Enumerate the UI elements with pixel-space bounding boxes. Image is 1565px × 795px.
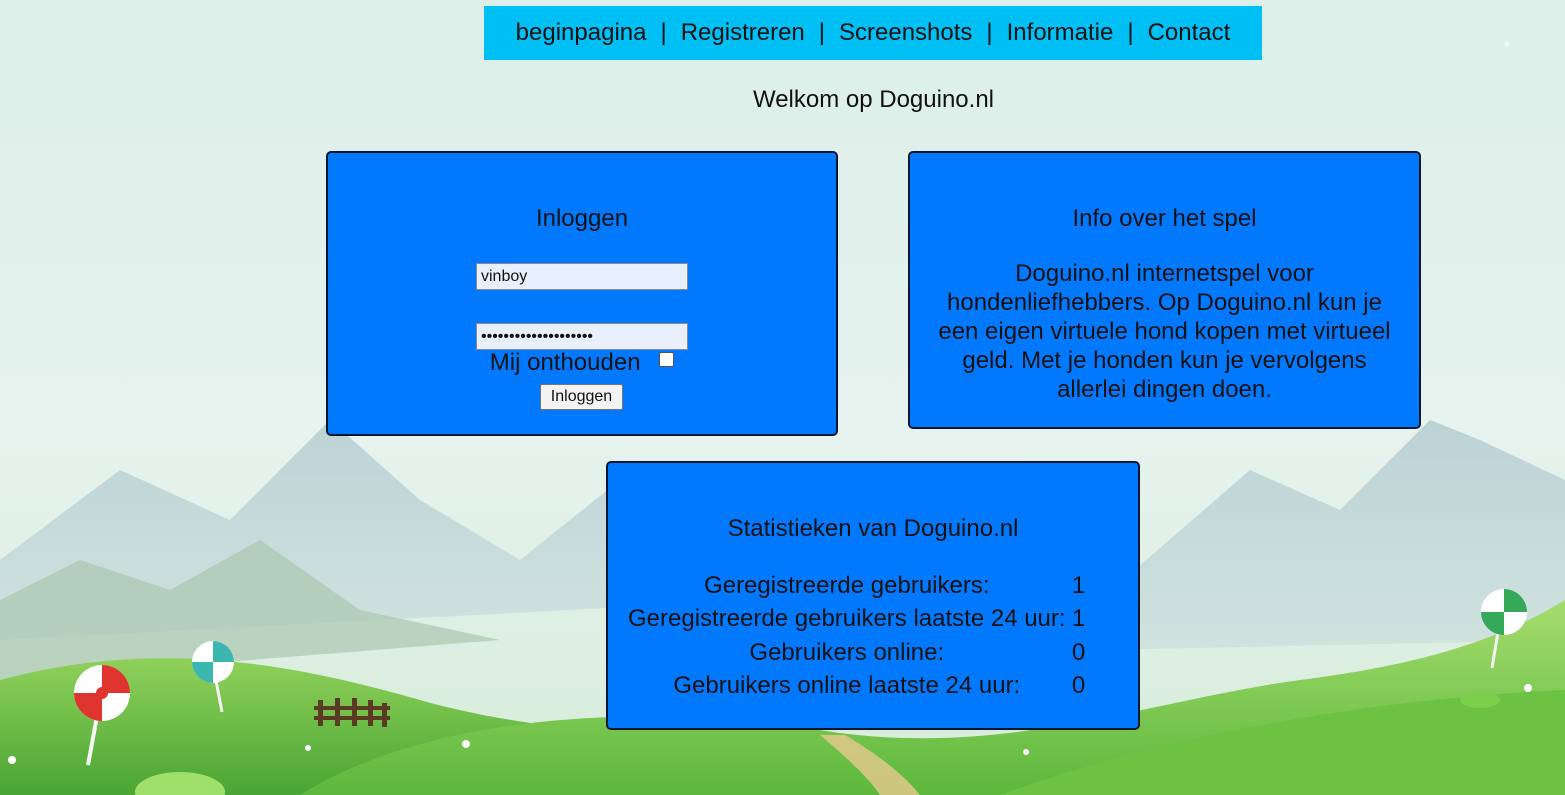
stats-title: Statistieken van Doguino.nl xyxy=(727,515,1019,542)
nav-separator: | xyxy=(986,19,993,46)
stats-label: Geregistreerde gebruikers: xyxy=(704,571,990,599)
username-input[interactable] xyxy=(476,263,688,290)
stats-row: Geregistreerde gebruikers: 1 xyxy=(628,569,1086,603)
stats-value: 1 xyxy=(1071,571,1086,599)
nav-link-beginpagina[interactable]: beginpagina xyxy=(516,19,647,47)
remember-me-checkbox[interactable] xyxy=(659,352,675,368)
nav-separator: | xyxy=(1127,19,1134,46)
password-input[interactable] xyxy=(476,323,688,350)
stats-row: Geregistreerde gebruikers laatste 24 uur… xyxy=(628,603,1086,637)
login-panel: Inloggen Mij onthouden Inloggen xyxy=(326,151,838,436)
info-description: Doguino.nl internetspel voor hondenliefh… xyxy=(938,260,1391,403)
top-navigation: beginpagina | Registreren | Screenshots … xyxy=(484,6,1262,60)
stats-label: Geregistreerde gebruikers laatste 24 uur… xyxy=(628,605,1066,633)
stats-row: Gebruikers online: 0 xyxy=(628,636,1086,670)
stats-label: Gebruikers online laatste 24 uur: xyxy=(673,672,1021,700)
remember-me-row: Mij onthouden xyxy=(328,349,836,377)
nav-link-screenshots[interactable]: Screenshots xyxy=(839,19,972,47)
nav-link-contact[interactable]: Contact xyxy=(1148,19,1231,47)
remember-me-label: Mij onthouden xyxy=(489,349,641,376)
stats-value: 0 xyxy=(1071,638,1086,666)
stats-row: Gebruikers online laatste 24 uur: 0 xyxy=(628,670,1086,704)
nav-link-registreren[interactable]: Registreren xyxy=(681,19,805,47)
stats-value: 0 xyxy=(1071,672,1086,700)
nav-separator: | xyxy=(660,19,667,46)
login-button[interactable]: Inloggen xyxy=(540,384,623,410)
info-panel: Info over het spel Doguino.nl internetsp… xyxy=(908,151,1421,429)
nav-link-informatie[interactable]: Informatie xyxy=(1007,19,1114,47)
stats-table: Geregistreerde gebruikers: 1 Geregistree… xyxy=(628,569,1086,703)
info-title: Info over het spel xyxy=(1072,205,1257,232)
stats-value: 1 xyxy=(1071,605,1086,633)
welcome-heading: Welkom op Doguino.nl xyxy=(752,86,995,113)
login-title: Inloggen xyxy=(535,205,629,232)
nav-separator: | xyxy=(818,19,825,46)
stats-panel: Statistieken van Doguino.nl Geregistreer… xyxy=(606,461,1140,730)
stats-label: Gebruikers online: xyxy=(749,638,945,666)
